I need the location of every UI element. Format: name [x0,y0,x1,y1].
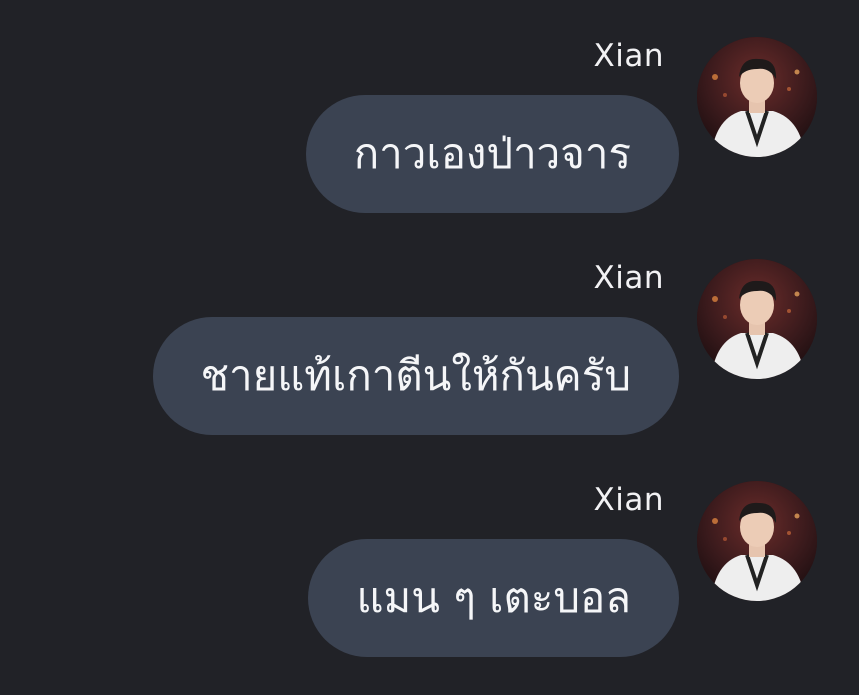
avatar[interactable] [697,259,817,379]
user-photo-avatar-icon [697,481,817,601]
message-row: Xian แมน ๆ เตะบอล [0,444,859,666]
message-bubble[interactable]: ชายแท้เกาตีนให้กันครับ [152,317,679,435]
avatar[interactable] [697,37,817,157]
message-bubble[interactable]: กาวเองป่าวจาร [305,95,679,213]
user-photo-avatar-icon [697,37,817,157]
message-bubble[interactable]: แมน ๆ เตะบอล [308,539,679,657]
sender-name: Xian [593,260,664,296]
message-row: Xian ชายแท้เกาตีนให้กันครับ [0,222,859,444]
sender-name: Xian [593,38,664,74]
avatar[interactable] [697,481,817,601]
user-photo-avatar-icon [697,259,817,379]
sender-name: Xian [593,482,664,518]
message-row: Xian กาวเองป่าวจาร [0,0,859,222]
chat-thread: Xian กาวเองป่าวจาร Xian ชายแท้เกาตีนให้ก… [0,0,859,695]
